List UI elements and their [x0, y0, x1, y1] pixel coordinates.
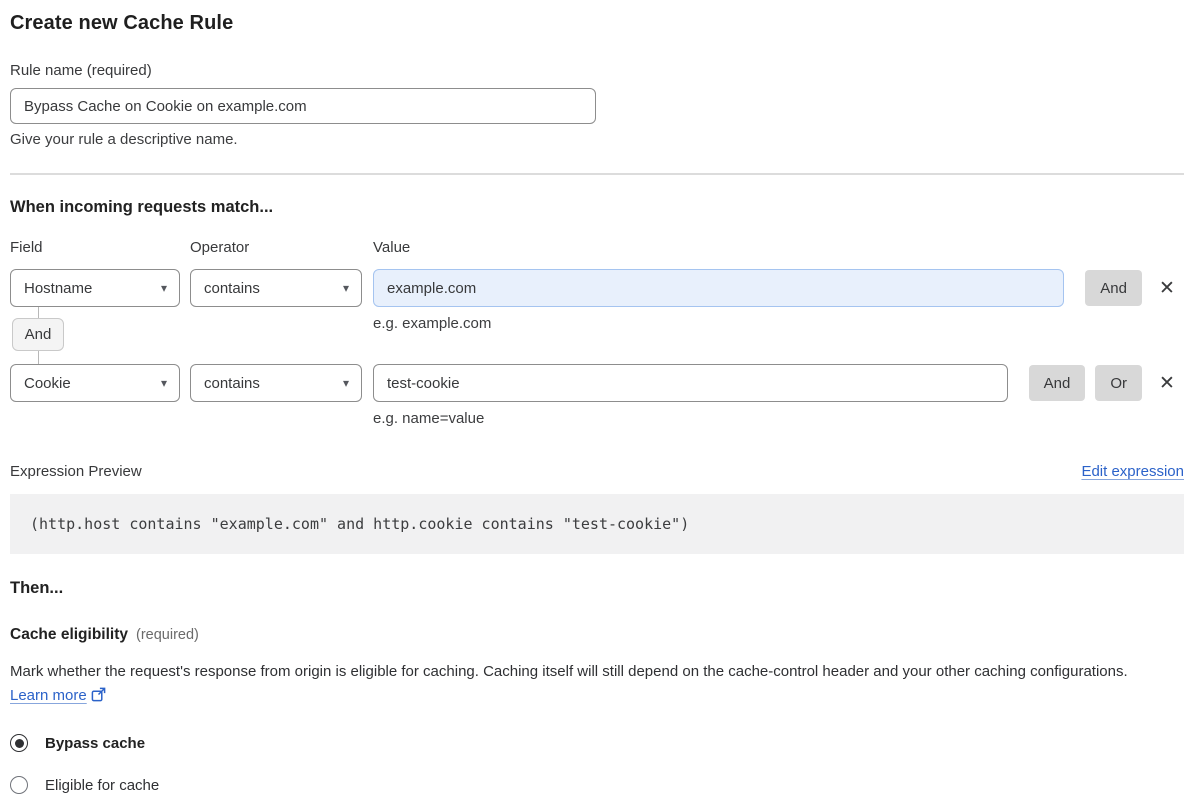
operator-select-row1[interactable]: contains ▾: [190, 269, 362, 307]
expression-code-block: (http.host contains "example.com" and ht…: [10, 494, 1184, 554]
match-row-1-operator-cell: contains ▾: [190, 269, 362, 307]
close-icon[interactable]: ✕: [1150, 364, 1184, 402]
match-row-2-value-cell: e.g. name=value: [373, 364, 1008, 427]
external-link-icon: [91, 686, 106, 710]
match-row-1-value-cell: e.g. example.com: [373, 269, 1065, 332]
match-row-1-field-cell: Hostname ▾ And: [10, 269, 180, 364]
chevron-down-icon: ▾: [342, 281, 349, 295]
cache-eligibility-heading: Cache eligibility: [10, 626, 129, 643]
and-button-row1[interactable]: And: [1085, 270, 1142, 306]
match-row-2: Cookie ▾ contains ▾ e.g. name=value And …: [10, 364, 1184, 427]
page-title: Create new Cache Rule: [10, 12, 234, 34]
field-select-value: Cookie: [24, 374, 71, 392]
cache-eligibility-heading-row: Cache eligibility (required): [10, 626, 1184, 644]
expression-preview-label: Expression Preview: [10, 463, 142, 480]
cache-eligibility-options: Bypass cache Eligible for cache: [10, 734, 1184, 794]
expression-preview-header: Expression Preview Edit expression: [10, 463, 1184, 480]
rule-name-helper: Give your rule a descriptive name.: [10, 131, 238, 148]
operator-select-row2[interactable]: contains ▾: [190, 364, 362, 402]
match-row-2-field-cell: Cookie ▾: [10, 364, 180, 402]
and-button-row2[interactable]: And: [1028, 365, 1086, 401]
value-input-row1[interactable]: [373, 269, 1065, 307]
row-connector: And: [12, 307, 64, 364]
close-icon[interactable]: ✕: [1150, 269, 1184, 307]
cache-eligibility-description: Mark whether the request's response from…: [10, 660, 1170, 710]
then-heading: Then...: [10, 579, 64, 597]
chevron-down-icon: ▾: [160, 281, 167, 295]
match-row-2-operator-cell: contains ▾: [190, 364, 362, 402]
value-column-label: Value: [373, 239, 411, 256]
operator-select-value: contains: [204, 374, 260, 392]
value-hint-row1: e.g. example.com: [373, 315, 492, 332]
connector-and-button[interactable]: And: [12, 318, 64, 351]
radio-label: Eligible for cache: [45, 776, 160, 794]
field-select-hostname[interactable]: Hostname ▾: [10, 269, 180, 307]
field-column-label: Field: [10, 239, 43, 256]
operator-select-value: contains: [204, 279, 260, 297]
radio-label: Bypass cache: [45, 734, 146, 752]
radio-bypass-cache[interactable]: Bypass cache: [10, 734, 1184, 752]
operator-column-label: Operator: [190, 239, 250, 256]
field-select-cookie[interactable]: Cookie ▾: [10, 364, 180, 402]
radio-button-icon[interactable]: [10, 734, 28, 752]
rule-name-label: Rule name (required): [10, 62, 152, 79]
required-tag: (required): [136, 627, 199, 643]
connector-line-bottom: [37, 351, 39, 364]
description-text: Mark whether the request's response from…: [10, 663, 1128, 680]
field-select-value: Hostname: [24, 279, 93, 297]
learn-more-link[interactable]: Learn more: [10, 687, 87, 704]
radio-eligible-for-cache[interactable]: Eligible for cache: [10, 776, 1184, 794]
value-hint-row2: e.g. name=value: [373, 410, 485, 427]
match-section-heading: When incoming requests match...: [10, 198, 274, 216]
match-column-labels: Field Operator Value: [10, 239, 1184, 256]
chevron-down-icon: ▾: [160, 376, 167, 390]
or-button-row2[interactable]: Or: [1095, 365, 1142, 401]
connector-line-top: [37, 307, 39, 318]
rule-name-input[interactable]: [10, 88, 596, 124]
section-divider: [10, 173, 1184, 175]
match-row-1: Hostname ▾ And contains ▾ e.g. example.c…: [10, 269, 1184, 364]
radio-button-icon[interactable]: [10, 776, 28, 794]
chevron-down-icon: ▾: [342, 376, 349, 390]
value-input-row2[interactable]: [373, 364, 1008, 402]
edit-expression-link[interactable]: Edit expression: [1081, 463, 1184, 480]
